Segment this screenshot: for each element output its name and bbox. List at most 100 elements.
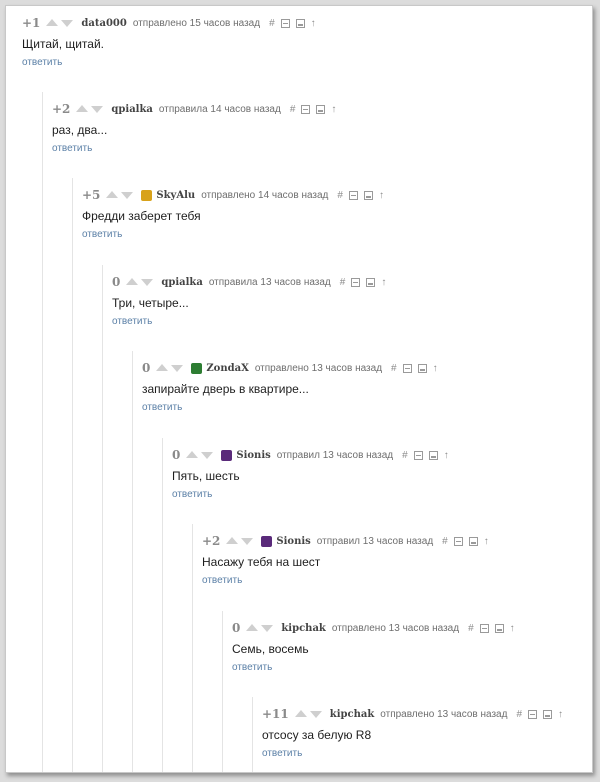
vote-arrows bbox=[226, 537, 254, 545]
collapse-icon[interactable] bbox=[301, 104, 311, 114]
comment-score: 0 bbox=[142, 361, 151, 375]
save-icon[interactable] bbox=[295, 18, 305, 28]
comment-meta: +1 data000 отправлено 15 часов назад # ↑ bbox=[22, 14, 592, 32]
username-link[interactable]: SkyAlu bbox=[156, 190, 195, 201]
upvote-icon[interactable] bbox=[226, 537, 239, 544]
comment-score: +11 bbox=[262, 707, 289, 721]
parent-arrow-icon[interactable]: ↑ bbox=[311, 18, 316, 29]
username-link[interactable]: kipchak bbox=[281, 623, 326, 634]
reply-link[interactable]: ответить bbox=[202, 575, 242, 586]
comment-thread: +1 data000 отправлено 15 часов назад # ↑… bbox=[5, 5, 593, 773]
upvote-icon[interactable] bbox=[186, 451, 199, 458]
downvote-icon[interactable] bbox=[171, 365, 184, 372]
permalink-icon[interactable]: # bbox=[442, 536, 448, 547]
reply-link[interactable]: ответить bbox=[22, 57, 62, 68]
upvote-icon[interactable] bbox=[106, 191, 119, 198]
reply-link[interactable]: ответить bbox=[82, 229, 122, 240]
comment-meta: 0 qpialka отправила 13 часов назад # ↑ bbox=[112, 273, 592, 291]
username-link[interactable]: Sionis bbox=[236, 450, 270, 461]
permalink-icon[interactable]: # bbox=[516, 709, 522, 720]
comment: +1 data000 отправлено 15 часов назад # ↑… bbox=[22, 14, 592, 70]
permalink-icon[interactable]: # bbox=[391, 363, 397, 374]
comment-timestamp: отправлено 13 часов назад bbox=[254, 362, 383, 374]
username-link[interactable]: ZondaX bbox=[206, 363, 248, 374]
downvote-icon[interactable] bbox=[201, 452, 214, 459]
save-icon[interactable] bbox=[363, 190, 373, 200]
collapse-icon[interactable] bbox=[351, 277, 361, 287]
parent-arrow-icon[interactable]: ↑ bbox=[444, 450, 449, 461]
comment-timestamp: отправил 13 часов назад bbox=[316, 535, 434, 547]
collapse-icon[interactable] bbox=[413, 450, 423, 460]
parent-arrow-icon[interactable]: ↑ bbox=[510, 623, 515, 634]
reply-link[interactable]: ответить bbox=[112, 316, 152, 327]
avatar[interactable] bbox=[261, 535, 273, 547]
avatar[interactable] bbox=[221, 449, 233, 461]
save-icon[interactable] bbox=[417, 363, 427, 373]
permalink-icon[interactable]: # bbox=[340, 277, 346, 288]
downvote-icon[interactable] bbox=[121, 192, 134, 199]
parent-arrow-icon[interactable]: ↑ bbox=[379, 190, 384, 201]
permalink-icon[interactable]: # bbox=[290, 104, 296, 115]
save-icon[interactable] bbox=[428, 450, 438, 460]
permalink-icon[interactable]: # bbox=[269, 18, 275, 29]
parent-arrow-icon[interactable]: ↑ bbox=[484, 536, 489, 547]
comment-score: +5 bbox=[82, 188, 101, 202]
permalink-icon[interactable]: # bbox=[468, 623, 474, 634]
comment-meta: +2 qpialka отправила 14 часов назад # ↑ bbox=[52, 100, 592, 118]
downvote-icon[interactable] bbox=[261, 625, 274, 632]
comment-timestamp: отправлено 13 часов назад bbox=[331, 622, 460, 634]
parent-arrow-icon[interactable]: ↑ bbox=[433, 363, 438, 374]
downvote-icon[interactable] bbox=[309, 711, 322, 718]
username-link[interactable]: qpialka bbox=[161, 277, 202, 288]
parent-arrow-icon[interactable]: ↑ bbox=[381, 277, 386, 288]
username-link[interactable]: kipchak bbox=[330, 709, 375, 720]
parent-arrow-icon[interactable]: ↑ bbox=[558, 709, 563, 720]
username-link[interactable]: data000 bbox=[81, 18, 126, 29]
reply-link[interactable]: ответить bbox=[52, 143, 92, 154]
collapse-icon[interactable] bbox=[479, 623, 489, 633]
save-icon[interactable] bbox=[543, 709, 553, 719]
save-icon[interactable] bbox=[366, 277, 376, 287]
upvote-icon[interactable] bbox=[294, 710, 307, 717]
comment-meta: +5 SkyAlu отправлено 14 часов назад # ↑ bbox=[82, 186, 592, 204]
vote-arrows bbox=[46, 19, 74, 27]
downvote-icon[interactable] bbox=[141, 279, 154, 286]
save-icon[interactable] bbox=[494, 623, 504, 633]
collapse-icon[interactable] bbox=[280, 18, 290, 28]
reply-link[interactable]: ответить bbox=[142, 402, 182, 413]
collapse-icon[interactable] bbox=[402, 363, 412, 373]
downvote-icon[interactable] bbox=[61, 20, 74, 27]
save-icon[interactable] bbox=[468, 536, 478, 546]
comment-text: Насажу тебя на шест bbox=[202, 555, 321, 569]
save-icon[interactable] bbox=[316, 104, 326, 114]
permalink-icon[interactable]: # bbox=[402, 450, 408, 461]
avatar[interactable] bbox=[141, 189, 153, 201]
comment: +2 Sionis отправил 13 часов назад # ↑ На… bbox=[202, 532, 592, 588]
comment: 0 ZondaX отправлено 13 часов назад # ↑ з… bbox=[142, 359, 592, 415]
username-link[interactable]: qpialka bbox=[111, 104, 152, 115]
parent-arrow-icon[interactable]: ↑ bbox=[331, 104, 336, 115]
thread-guide-line bbox=[42, 92, 43, 772]
upvote-icon[interactable] bbox=[156, 364, 169, 371]
comment-timestamp: отправил 13 часов назад bbox=[276, 449, 394, 461]
downvote-icon[interactable] bbox=[241, 538, 254, 545]
vote-arrows bbox=[294, 710, 322, 718]
upvote-icon[interactable] bbox=[46, 19, 59, 26]
collapse-icon[interactable] bbox=[453, 536, 463, 546]
permalink-icon[interactable]: # bbox=[337, 190, 343, 201]
reply-link[interactable]: ответить bbox=[172, 489, 212, 500]
downvote-icon[interactable] bbox=[91, 106, 104, 113]
comment: 0 kipchak отправлено 13 часов назад # ↑ … bbox=[232, 619, 592, 675]
upvote-icon[interactable] bbox=[126, 278, 139, 285]
comment-timestamp: отправила 14 часов назад bbox=[158, 103, 281, 115]
username-link[interactable]: Sionis bbox=[276, 536, 310, 547]
avatar[interactable] bbox=[191, 362, 203, 374]
upvote-icon[interactable] bbox=[246, 624, 259, 631]
comment: 0 qpialka отправила 13 часов назад # ↑ Т… bbox=[112, 273, 592, 329]
reply-link[interactable]: ответить bbox=[232, 662, 272, 673]
upvote-icon[interactable] bbox=[76, 105, 89, 112]
comment-timestamp: отправлено 15 часов назад bbox=[132, 17, 261, 29]
collapse-icon[interactable] bbox=[528, 709, 538, 719]
reply-link[interactable]: ответить bbox=[262, 748, 302, 759]
collapse-icon[interactable] bbox=[348, 190, 358, 200]
